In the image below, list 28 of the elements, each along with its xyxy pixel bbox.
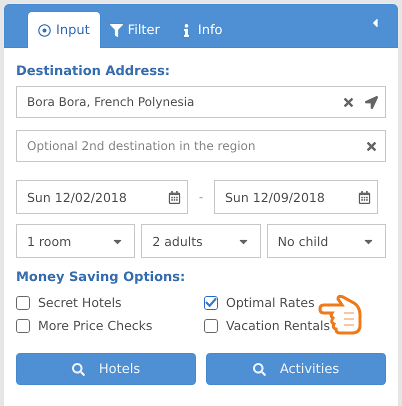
date-field[interactable]: Sun 12/02/2018 — [16, 180, 188, 214]
checkbox[interactable] — [204, 318, 218, 332]
filter-icon — [110, 24, 123, 36]
calendar-icon[interactable] — [168, 190, 181, 204]
option-label: Optimal Rates — [226, 295, 315, 310]
destination-field[interactable]: Bora Bora, French Polynesia — [16, 86, 386, 118]
search-icon — [72, 362, 85, 376]
search-icon — [252, 362, 266, 376]
section-label: Money Saving Options: — [16, 270, 186, 285]
option-label: Secret Hotels — [38, 295, 122, 310]
checkbox[interactable] — [16, 296, 30, 310]
option-label: Vacation Rentals — [226, 318, 330, 333]
tab[interactable]: Input — [28, 12, 100, 48]
second-destination-field[interactable]: Optional 2nd destination in the region — [16, 130, 386, 162]
date-separator: - — [198, 190, 204, 204]
calendar-icon[interactable] — [358, 190, 371, 204]
section-label: Destination Address: — [16, 64, 172, 79]
target-icon — [38, 24, 51, 36]
clear-icon[interactable] — [342, 96, 355, 108]
location-arrow-icon[interactable] — [365, 96, 378, 108]
option-label: More Price Checks — [38, 318, 152, 333]
dropdown[interactable]: 1 room — [16, 224, 136, 258]
checkbox[interactable] — [204, 296, 218, 310]
clear-icon[interactable] — [365, 140, 378, 152]
dropdown[interactable]: No child — [266, 224, 386, 258]
date-field[interactable]: Sun 12/09/2018 — [214, 180, 378, 214]
dropdown[interactable]: 2 adults — [141, 224, 261, 258]
checkbox[interactable] — [16, 318, 30, 332]
